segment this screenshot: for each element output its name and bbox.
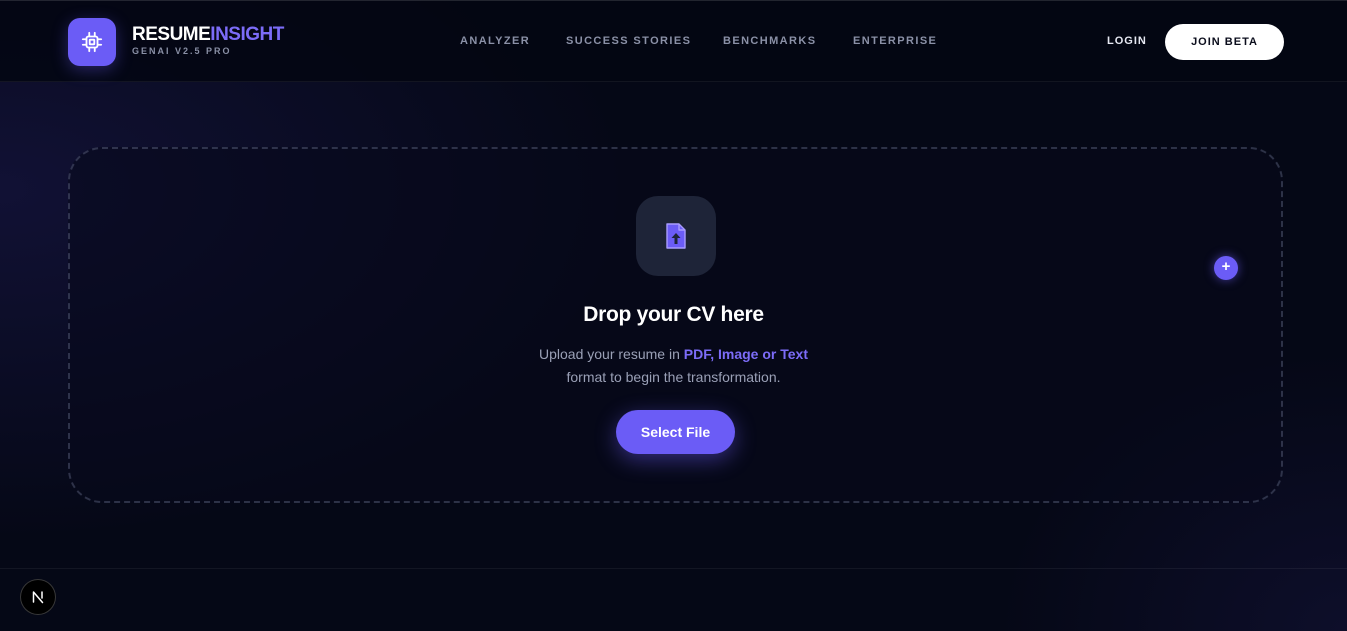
nav-item-analyzer[interactable]: ANALYZER [460,35,530,49]
brand-name-part1: RESUME [132,24,211,45]
upload-icon-container [636,196,716,276]
plus-icon[interactable]: + [1214,256,1238,280]
supported-formats: PDF, Image or Text [683,346,808,362]
drop-title: Drop your CV here [583,303,764,326]
file-upload-icon [666,223,686,249]
drop-description-line1: Upload your resume in PDF, Image or Text [0,343,1347,366]
nav-item-benchmarks[interactable]: BENCHMARKS [723,35,816,49]
join-beta-button[interactable]: JOIN BETA [1165,24,1284,60]
brand-subtitle: GENAI V2.5 PRO [132,46,232,56]
brand-name[interactable]: RESUMEINSIGHT [132,25,284,45]
n-logo-icon[interactable] [20,579,56,615]
footer-divider [0,568,1347,569]
chip-icon [81,31,103,53]
login-link[interactable]: LOGIN [1107,35,1147,47]
nav-item-enterprise[interactable]: ENTERPRISE [853,35,937,49]
top-navigation-bar: RESUMEINSIGHT GENAI V2.5 PRO ANALYZER SU… [0,0,1347,82]
drop-description: Upload your resume in PDF, Image or Text… [0,343,1347,389]
nav-item-success-stories[interactable]: SUCCESS STORIES [566,35,691,49]
brand-name-part2: INSIGHT [210,24,284,45]
logo[interactable] [68,18,116,66]
desc-prefix: Upload your resume in [539,346,684,362]
select-file-button[interactable]: Select File [616,410,735,454]
n-logo-glyph-icon [32,591,44,604]
drop-description-line2: format to begin the transformation. [566,369,781,385]
